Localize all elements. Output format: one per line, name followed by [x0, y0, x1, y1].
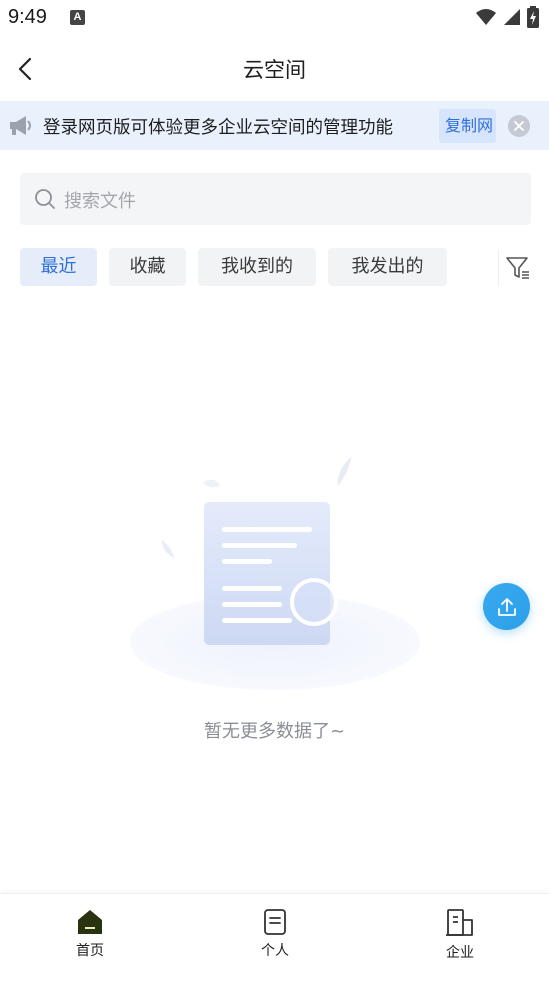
search-placeholder: 搜索文件 [64, 191, 136, 212]
tab-recent[interactable]: 最近 [20, 248, 97, 286]
nav-enterprise-label: 企业 [446, 945, 474, 961]
upload-icon [497, 597, 516, 616]
battery-charging-icon [527, 6, 539, 28]
notice-bar: 登录网页版可体验更多企业云空间的管理功能 复制网 [0, 101, 549, 150]
megaphone-icon [10, 116, 31, 135]
building-icon [446, 909, 473, 936]
close-icon [514, 121, 524, 131]
notification-badge: A [70, 10, 85, 25]
nav-home[interactable]: 首页 [50, 908, 130, 960]
bottom-nav: 首页 个人 企业 [0, 893, 549, 982]
nav-home-label: 首页 [76, 943, 104, 959]
filter-icon [506, 257, 529, 279]
wifi-icon [476, 9, 496, 25]
tab-sent[interactable]: 我发出的 [328, 248, 447, 286]
search-icon [35, 189, 55, 209]
page-title: 云空间 [243, 58, 306, 82]
status-icons [475, 6, 539, 28]
status-time: 9:49 [8, 6, 47, 28]
tab-received[interactable]: 我收到的 [198, 248, 316, 286]
nav-enterprise[interactable]: 企业 [420, 908, 500, 962]
title-bar: 云空间 [0, 36, 549, 100]
empty-document-illustration [130, 456, 420, 690]
document-icon [264, 909, 286, 935]
notice-text: 登录网页版可体验更多企业云空间的管理功能 [43, 118, 393, 138]
search-input[interactable]: 搜索文件 [20, 173, 531, 225]
filter-button[interactable] [498, 250, 534, 286]
copy-url-button[interactable]: 复制网 [439, 109, 496, 143]
nav-personal[interactable]: 个人 [235, 908, 315, 960]
tab-favorites[interactable]: 收藏 [109, 248, 186, 286]
notice-close-button[interactable] [508, 115, 530, 137]
upload-button[interactable] [483, 583, 530, 630]
nav-personal-label: 个人 [261, 943, 289, 959]
signal-icon [504, 9, 520, 25]
home-icon [78, 910, 102, 934]
status-bar: 9:49 A [0, 0, 549, 36]
empty-state-text: 暂无更多数据了~ [203, 721, 346, 742]
